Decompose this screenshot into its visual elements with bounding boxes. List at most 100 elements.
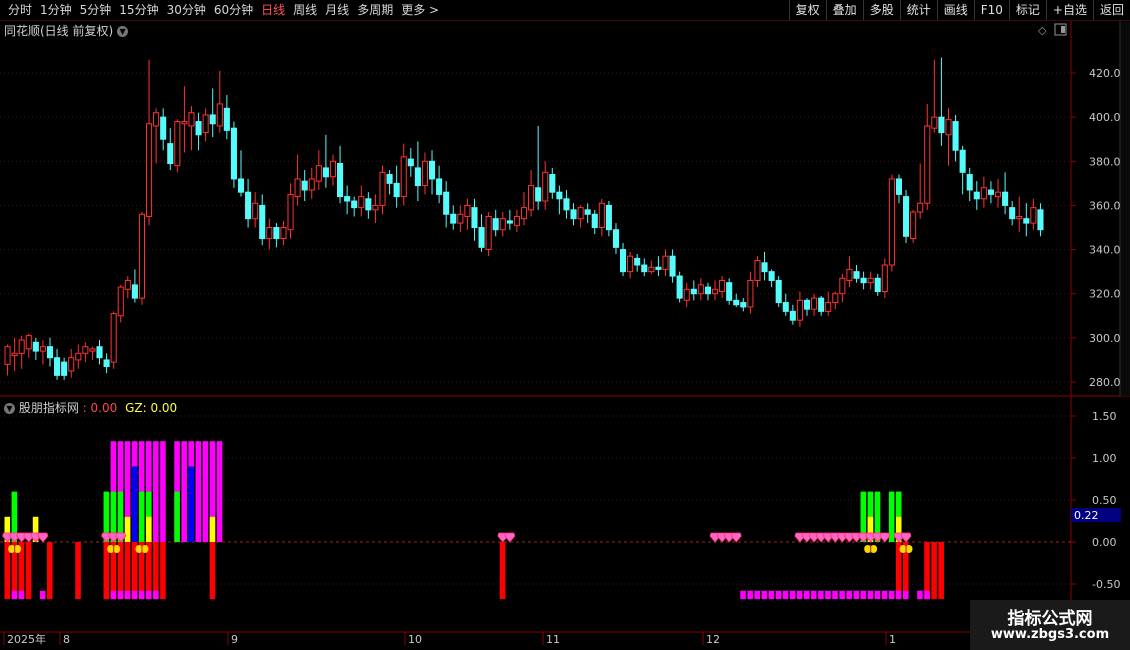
candle-body — [195, 121, 202, 136]
diamond-icon — [16, 532, 28, 543]
signal-bar-green — [145, 491, 152, 542]
overlay-button[interactable]: 叠加 — [825, 0, 863, 20]
candle-body — [966, 174, 973, 191]
candle-body — [980, 187, 987, 200]
tab-multi-period[interactable]: 多周期 — [357, 0, 393, 20]
candle-body — [223, 107, 230, 131]
candle-body — [818, 297, 825, 312]
diamond-icon — [101, 532, 113, 543]
candle-body — [131, 284, 138, 299]
signal-bar-magenta — [195, 441, 202, 542]
top-right-icons: ◇ — [1038, 23, 1067, 37]
candle-body — [811, 297, 818, 310]
tab-15min[interactable]: 15分钟 — [119, 0, 158, 20]
candle-body — [110, 313, 117, 363]
signal-bar-green — [895, 491, 902, 542]
candle-body — [902, 196, 910, 237]
candle-body — [535, 187, 542, 202]
candle-body — [690, 288, 697, 295]
draw-line-button[interactable]: 画线 — [936, 0, 974, 20]
signal-bar-magenta — [216, 441, 223, 542]
signal-bar-magenta — [768, 590, 775, 600]
signal-bar-magenta — [181, 441, 187, 542]
tab-5min[interactable]: 5分钟 — [80, 0, 112, 20]
signal-bar-red — [153, 542, 159, 600]
candle-body — [89, 348, 96, 352]
indicator-value-box-text: 0.22 — [1074, 509, 1099, 522]
restore-rights-button[interactable]: 复权 — [788, 0, 826, 20]
signal-bar-magenta — [174, 441, 180, 542]
signal-bar-red — [160, 542, 166, 600]
mark-button[interactable]: 标记 — [1008, 0, 1046, 20]
tab-30min[interactable]: 30分钟 — [167, 0, 206, 20]
candle-body — [584, 209, 591, 215]
tab-1min[interactable]: 1分钟 — [40, 0, 72, 20]
tab-more[interactable]: 更多 > — [401, 0, 439, 20]
candle-body — [945, 118, 952, 136]
signal-bar-yellow — [4, 516, 11, 542]
candle-body — [917, 202, 924, 213]
signal-bar-magenta — [860, 590, 867, 600]
tab-daily[interactable]: 日线 — [261, 0, 285, 20]
signal-bar-yellow — [867, 516, 874, 542]
signal-bar-magenta — [846, 590, 852, 600]
candle-body — [924, 125, 931, 204]
diamond-icon — [30, 532, 42, 543]
signal-bar-red — [110, 542, 117, 600]
multi-stock-button[interactable]: 多股 — [862, 0, 900, 20]
candle-body — [365, 198, 372, 211]
candle-body — [513, 215, 520, 226]
candle-body — [591, 213, 598, 228]
signal-bar-magenta — [145, 441, 152, 542]
price-tick-label: 340.0 — [1089, 244, 1121, 257]
signal-bar-magenta — [782, 590, 789, 600]
tab-60min[interactable]: 60分钟 — [214, 0, 253, 20]
candle-body — [1030, 207, 1037, 224]
candle-body — [117, 286, 124, 317]
candle-body — [386, 174, 393, 184]
candle-body — [910, 211, 917, 240]
candle-body — [188, 112, 195, 127]
tab-monthly[interactable]: 月线 — [325, 0, 349, 20]
candle-body — [407, 158, 414, 167]
back-button[interactable]: 返回 — [1092, 0, 1130, 20]
tab-fenshi[interactable]: 分时 — [8, 0, 32, 20]
butterfly-icon — [135, 545, 143, 553]
diamond-icon — [808, 532, 820, 543]
signal-bar-red — [46, 542, 53, 600]
signal-bar-magenta — [153, 590, 159, 600]
candle-body — [160, 116, 167, 140]
diamond-icon — [822, 532, 834, 543]
f10-button[interactable]: F10 — [973, 0, 1009, 20]
price-tick-label: 400.0 — [1089, 111, 1121, 124]
candle-body — [634, 257, 641, 266]
candle-body — [39, 346, 46, 352]
chevron-down-icon[interactable]: ▼ — [4, 403, 15, 414]
statistics-button[interactable]: 统计 — [899, 0, 937, 20]
watermark-line-2: www.zbgs3.com — [990, 627, 1110, 642]
candle-body — [711, 288, 719, 295]
candle-body — [570, 209, 577, 220]
signal-bar-magenta — [895, 590, 902, 600]
signal-bar-magenta — [811, 590, 817, 600]
signal-bar-magenta — [796, 590, 803, 600]
candle-body — [344, 196, 351, 202]
signal-bar-green — [11, 491, 18, 542]
date-tick-label: 9 — [231, 633, 238, 646]
candle-body — [209, 114, 216, 125]
signal-bar-green — [103, 491, 110, 542]
tab-weekly[interactable]: 周线 — [293, 0, 317, 20]
signal-bar-magenta — [903, 590, 909, 600]
diamond-icon — [37, 532, 49, 543]
candle-body — [96, 346, 103, 359]
signal-bar-magenta — [853, 590, 860, 600]
butterfly-icon — [107, 545, 115, 553]
signal-bar-magenta — [18, 590, 25, 600]
candle-body — [520, 207, 528, 220]
candle-body — [18, 339, 25, 354]
chevron-down-icon[interactable]: ▼ — [117, 26, 129, 37]
date-tick-label: 1 — [889, 633, 896, 646]
diamond-icon — [497, 532, 509, 543]
add-watchlist-button[interactable]: +自选 — [1045, 0, 1093, 20]
candlestick-chart[interactable]: ◇ 420.0 400.0 380.0 360.0 340.0 320.0 300.0 280… — [0, 0, 1130, 650]
